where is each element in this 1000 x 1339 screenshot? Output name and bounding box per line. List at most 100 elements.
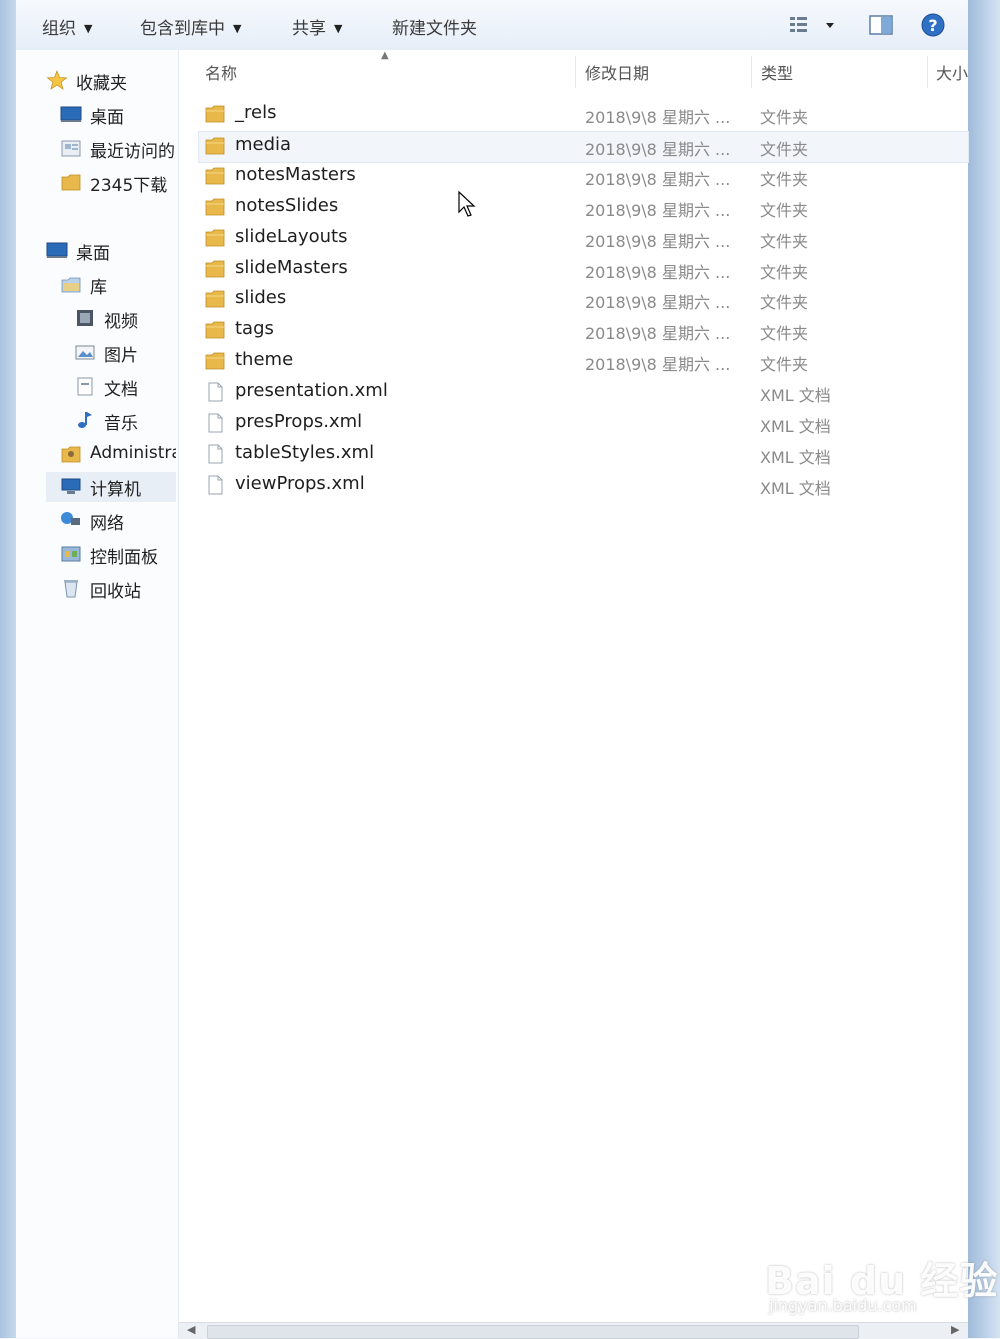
file-name: theme [235, 349, 294, 370]
scroll-right-icon[interactable]: ▶ [951, 1323, 959, 1336]
file-name: presentation.xml [235, 380, 388, 401]
nav-favorites-label: 收藏夹 [76, 74, 127, 94]
network-icon [61, 512, 80, 525]
file-row[interactable]: media 2018\9\8 星期六 ... 文件夹 [198, 131, 969, 163]
file-name: viewProps.xml [235, 473, 365, 494]
file-row[interactable]: tableStyles.xml XML 文档 [199, 440, 968, 470]
chevron-down-icon: ▼ [84, 22, 93, 35]
file-type: 文件夹 [760, 232, 809, 251]
library-icon [61, 277, 81, 293]
document-icon [77, 377, 93, 396]
nav-documents[interactable]: 文档 [74, 372, 176, 402]
file-type: 文件夹 [760, 108, 809, 127]
file-row[interactable]: slideMasters 2018\9\8 星期六 ... 文件夹 [199, 255, 968, 285]
file-row[interactable]: slideLayouts 2018\9\8 星期六 ... 文件夹 [199, 224, 968, 254]
file-type: 文件夹 [760, 263, 809, 282]
file-type: 文件夹 [760, 140, 809, 159]
nav-computer[interactable]: 计算机 [46, 472, 176, 502]
column-header-type[interactable]: 类型 [761, 60, 793, 84]
file-row[interactable]: notesMasters 2018\9\8 星期六 ... 文件夹 [199, 162, 968, 192]
view-options-button[interactable] [788, 12, 834, 42]
window-frame-left [0, 0, 16, 1338]
file-modified-date: 2018\9\8 星期六 ... [585, 170, 731, 189]
baidu-jingyan-watermark: Bai du 经验 jingyan.baidu.com [765, 1236, 997, 1316]
desktop-icon [46, 242, 68, 258]
file-modified-date: 2018\9\8 星期六 ... [585, 201, 731, 220]
nav-recent-places[interactable]: 最近访问的 [60, 134, 176, 164]
folder-icon [205, 352, 225, 370]
file-name: media [235, 134, 292, 155]
column-header-name[interactable]: 名称 [205, 60, 237, 84]
share-label: 共享 [292, 19, 326, 39]
music-note-icon [78, 412, 92, 428]
file-row[interactable]: presentation.xml XML 文档 [199, 378, 968, 408]
file-icon [208, 475, 223, 495]
folder-icon [205, 198, 225, 216]
nav-favorites[interactable]: 收藏夹 [46, 66, 176, 96]
column-divider[interactable] [751, 56, 752, 88]
new-folder-button[interactable]: 新建文件夹 [392, 14, 477, 39]
computer-icon [61, 478, 81, 494]
horizontal-scrollbar[interactable]: ◀ ▶ [179, 1322, 968, 1339]
file-modified-date: 2018\9\8 星期六 ... [585, 293, 731, 312]
file-name: notesMasters [235, 164, 356, 185]
preview-pane-button[interactable] [868, 12, 894, 42]
file-row[interactable]: tags 2018\9\8 星期六 ... 文件夹 [199, 316, 968, 346]
nav-desktop[interactable]: 桌面 [46, 236, 176, 266]
file-row[interactable]: notesSlides 2018\9\8 星期六 ... 文件夹 [199, 193, 968, 223]
file-row[interactable]: theme 2018\9\8 星期六 ... 文件夹 [199, 347, 968, 377]
nav-pictures[interactable]: 图片 [74, 338, 176, 368]
nav-label: 文档 [104, 380, 138, 400]
include-in-library-menu[interactable]: 包含到库中 ▼ [140, 14, 241, 39]
column-header-size[interactable]: 大小 [936, 60, 968, 84]
command-bar: 组织 ▼ 包含到库中 ▼ 共享 ▼ 新建文件夹 ? [16, 0, 968, 51]
nav-label: 控制面板 [90, 548, 158, 568]
file-modified-date: 2018\9\8 星期六 ... [585, 324, 731, 343]
chevron-down-icon: ▼ [334, 22, 343, 35]
navigation-pane: 收藏夹 桌面 最近访问的 2345下载 桌面 库 视频 图片 文档 音乐 Adm… [16, 50, 179, 1338]
share-menu[interactable]: 共享 ▼ [292, 14, 342, 39]
nav-label: 图片 [104, 346, 138, 366]
file-row[interactable]: presProps.xml XML 文档 [199, 409, 968, 439]
file-name: _rels [235, 102, 277, 123]
nav-label: 2345下载 [90, 176, 168, 196]
help-button[interactable]: ? [920, 12, 946, 42]
file-name: tableStyles.xml [235, 442, 375, 463]
scroll-left-icon[interactable]: ◀ [187, 1323, 195, 1336]
nav-2345-downloads[interactable]: 2345下载 [60, 168, 176, 198]
nav-label: 音乐 [104, 414, 138, 434]
control-panel-icon [61, 546, 81, 562]
nav-favorites-desktop[interactable]: 桌面 [60, 100, 176, 130]
preview-pane-icon [869, 15, 893, 35]
column-divider[interactable] [927, 56, 928, 88]
file-row[interactable]: slides 2018\9\8 星期六 ... 文件夹 [199, 285, 968, 315]
nav-label: 计算机 [90, 480, 141, 500]
folder-icon [61, 174, 81, 191]
file-type: 文件夹 [760, 170, 809, 189]
nav-administrator[interactable]: Administra [60, 440, 176, 470]
file-row[interactable]: _rels 2018\9\8 星期六 ... 文件夹 [199, 100, 968, 130]
nav-library[interactable]: 库 [60, 270, 176, 300]
nav-control-panel[interactable]: 控制面板 [60, 540, 176, 570]
organize-menu[interactable]: 组织 ▼ [42, 14, 92, 39]
picture-icon [75, 345, 95, 360]
file-modified-date: 2018\9\8 星期六 ... [585, 263, 731, 282]
scrollbar-thumb[interactable] [207, 1325, 859, 1339]
nav-videos[interactable]: 视频 [74, 304, 176, 334]
file-icon [208, 444, 223, 464]
file-row[interactable]: viewProps.xml XML 文档 [199, 471, 968, 501]
folder-icon [205, 290, 225, 308]
folder-icon [205, 321, 225, 339]
file-type: 文件夹 [760, 201, 809, 220]
view-list-icon [790, 17, 834, 32]
column-header-modified[interactable]: 修改日期 [585, 60, 649, 84]
nav-recycle-bin[interactable]: 回收站 [60, 574, 176, 604]
file-type: XML 文档 [760, 448, 831, 467]
column-divider[interactable] [575, 56, 576, 88]
file-modified-date: 2018\9\8 星期六 ... [585, 355, 731, 374]
nav-label: 回收站 [90, 582, 141, 602]
file-name: slides [235, 287, 287, 308]
nav-network[interactable]: 网络 [60, 506, 176, 536]
new-folder-label: 新建文件夹 [392, 19, 477, 39]
nav-music[interactable]: 音乐 [74, 406, 176, 436]
